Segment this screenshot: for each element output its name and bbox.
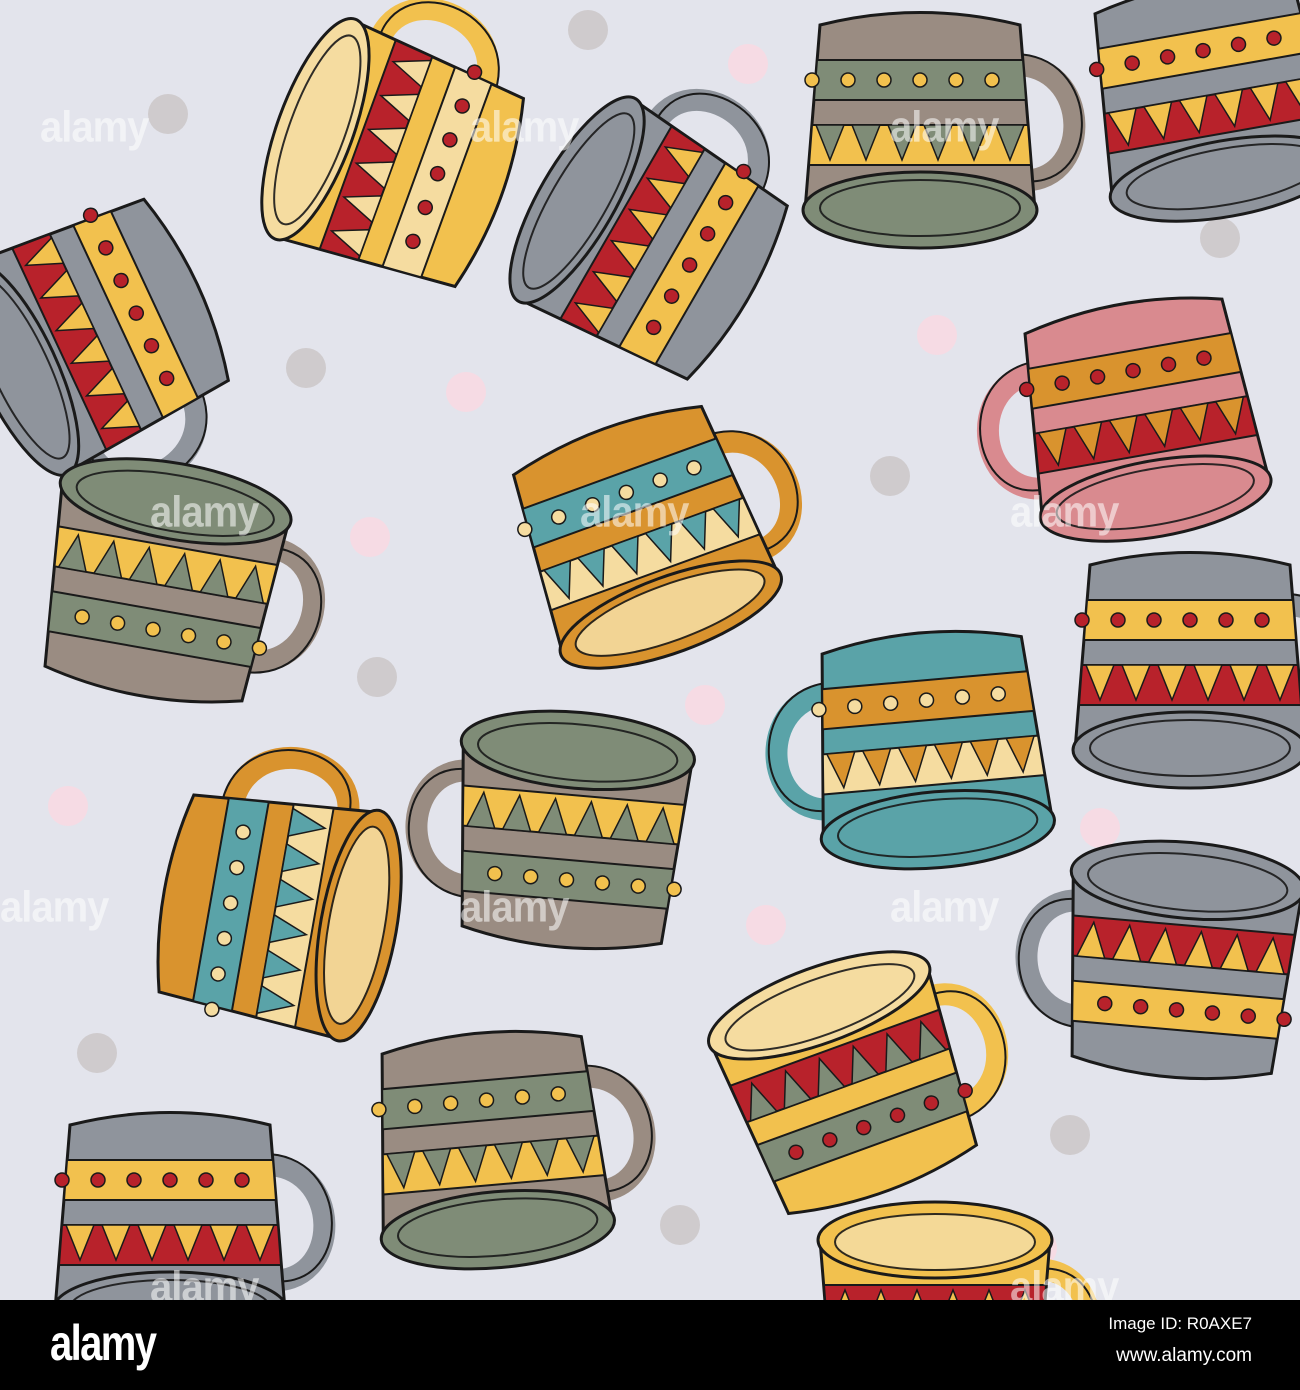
watermark: alamy <box>1010 1262 1119 1300</box>
polka-dot <box>728 44 768 84</box>
polka-dot <box>746 905 786 945</box>
mug <box>765 629 1056 871</box>
mug <box>260 0 526 289</box>
mug <box>371 1029 656 1271</box>
watermark: alamy <box>890 102 999 152</box>
alamy-logo: alamy <box>50 1315 157 1371</box>
polka-dot <box>685 685 725 725</box>
mug <box>1088 0 1300 223</box>
cups-drawing <box>0 0 1300 1300</box>
footer-bar: alamy Image ID: R0AXE7 www.alamy.com <box>0 1300 1300 1390</box>
polka-dot <box>917 315 957 355</box>
watermark: alamy <box>890 882 999 932</box>
mug <box>1071 551 1300 790</box>
polka-dot <box>1200 218 1240 258</box>
mug <box>43 457 325 704</box>
polka-dot <box>1050 1115 1090 1155</box>
watermark: alamy <box>1010 487 1119 537</box>
mug <box>1015 839 1300 1081</box>
mug <box>707 950 1009 1216</box>
polka-dot <box>660 1205 700 1245</box>
watermark: alamy <box>40 102 149 152</box>
polka-dot <box>350 517 390 557</box>
watermark: alamy <box>150 1262 259 1300</box>
image-id: Image ID: R0AXE7 <box>1108 1314 1252 1333</box>
watermark: alamy <box>470 102 579 152</box>
watermark: alamy <box>460 882 569 932</box>
polka-dot <box>870 456 910 496</box>
mug <box>508 88 790 381</box>
mug <box>156 746 403 1043</box>
polka-dot <box>1080 808 1120 848</box>
watermark: alamy <box>580 487 689 537</box>
polka-dot <box>148 94 188 134</box>
website-url: www.alamy.com <box>1116 1345 1252 1366</box>
polka-dot <box>568 10 608 50</box>
polka-dot <box>357 657 397 697</box>
cup-pattern-illustration: alamy alamy alamy alamy alamy alamy alam… <box>0 0 1300 1300</box>
watermark: alamy <box>0 882 109 932</box>
polka-dot <box>286 348 326 388</box>
polka-dot <box>48 786 88 826</box>
watermark: alamy <box>150 487 259 537</box>
polka-dot <box>446 372 486 412</box>
polka-dot <box>77 1033 117 1073</box>
